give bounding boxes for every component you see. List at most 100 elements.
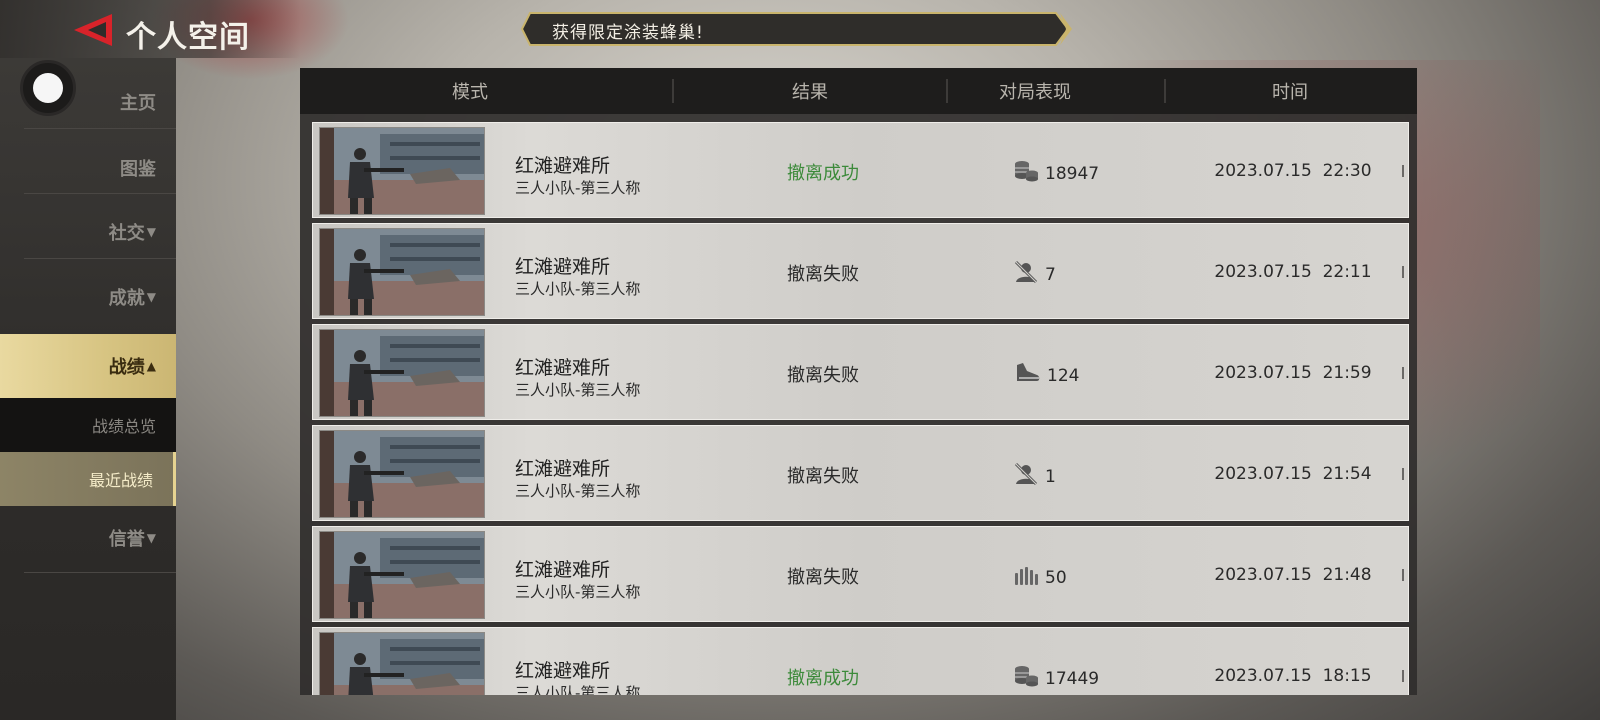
performance: 18947: [1013, 159, 1099, 188]
sidebar-item-label: 图鉴: [120, 159, 156, 180]
match-time: 2023.07.15 21:59: [1214, 363, 1372, 383]
coins-icon: [1013, 159, 1045, 188]
mode-name: 三人小队-第三人称: [515, 280, 641, 298]
performance-value: 18947: [1045, 163, 1100, 184]
performance-value: 7: [1045, 264, 1056, 285]
mode-name: 三人小队-第三人称: [515, 583, 641, 601]
column-header-performance: 对局表现: [999, 82, 1071, 103]
mode-name: 三人小队-第三人称: [515, 684, 641, 695]
row-marker: [1402, 569, 1404, 581]
sidebar-item-label: 战绩: [108, 357, 145, 378]
avatar[interactable]: [20, 60, 76, 116]
performance: 50: [1013, 563, 1067, 592]
performance-value: 124: [1047, 365, 1080, 386]
chevron-up-icon: ▲: [146, 359, 156, 373]
match-time: 2023.07.15 22:30: [1214, 161, 1372, 181]
column-header-mode: 模式: [452, 82, 488, 103]
back-button[interactable]: [72, 10, 118, 50]
row-marker: [1402, 670, 1404, 682]
result-label: 撤离失败: [787, 264, 859, 285]
performance: 7: [1013, 260, 1056, 289]
result-label: 撤离成功: [787, 163, 859, 184]
table-row[interactable]: 红滩避难所三人小队-第三人称 撤离成功 18947 2023.07.15 22:30: [312, 122, 1409, 218]
mode-name: 三人小队-第三人称: [515, 179, 641, 197]
match-time: 2023.07.15 21:48: [1214, 565, 1372, 585]
sidebar: 主页 图鉴 社交 ▼ 成就 ▼ 战绩 ▲ 战绩总览 最近战绩 信誉 ▼: [0, 58, 176, 720]
column-separator: [1164, 79, 1166, 103]
map-thumbnail: [319, 531, 485, 619]
subnav-recent-records[interactable]: 最近战绩: [0, 452, 176, 506]
page-title: 个人空间: [126, 20, 250, 55]
map-thumbnail: [319, 127, 485, 215]
map-thumbnail: [319, 228, 485, 316]
performance: 1: [1013, 462, 1056, 491]
sidebar-item-achievements[interactable]: 成就 ▼: [0, 265, 176, 329]
sidebar-item-label: 主页: [120, 93, 156, 114]
mode-name: 三人小队-第三人称: [515, 381, 641, 399]
sidebar-item-records[interactable]: 战绩 ▲: [0, 334, 176, 398]
map-thumbnail: [319, 430, 485, 518]
result-label: 撤离失败: [787, 365, 859, 386]
map-name: 红滩避难所: [515, 458, 611, 480]
performance: 17449: [1013, 664, 1099, 693]
sidebar-item-codex[interactable]: 图鉴: [0, 136, 176, 200]
match-time: 2023.07.15 21:54: [1214, 464, 1372, 484]
no-kill-icon: [1013, 260, 1045, 289]
row-marker: [1402, 165, 1404, 177]
records-panel: 模式 结果 对局表现 时间 红滩避难所 三人小队-第三人称 撤离成功 18947 202…: [300, 68, 1417, 695]
map-thumbnail: [319, 329, 485, 417]
divider: [24, 258, 176, 259]
map-name: 红滩避难所: [515, 155, 611, 177]
chevron-down-icon: ▼: [146, 531, 156, 545]
map-name: 红滩避难所: [515, 559, 611, 581]
chevron-down-icon: ▼: [146, 225, 156, 239]
divider: [24, 128, 176, 129]
performance: 124: [1013, 361, 1079, 390]
column-header-result: 结果: [792, 82, 828, 103]
column-separator: [672, 79, 674, 103]
no-kill-icon: [1013, 462, 1045, 491]
table-row[interactable]: 红滩避难所 三人小队-第三人称 撤离失败 50 2023.07.15 21:48: [312, 526, 1409, 622]
sidebar-item-label: 信誉: [108, 529, 145, 550]
row-marker: [1402, 266, 1404, 278]
divider: [24, 193, 176, 194]
title-bar: 个人空间: [0, 0, 300, 58]
performance-value: 1: [1045, 466, 1056, 487]
column-header-time: 时间: [1272, 82, 1308, 103]
table-row[interactable]: 红滩避难所三人小队-第三人称 撤离失败 7 2023.07.15 22:11: [312, 223, 1409, 319]
divider: [24, 572, 176, 573]
map-thumbnail: [319, 632, 485, 695]
notification-banner[interactable]: 获得限定涂装蜂巢!: [520, 12, 1078, 46]
map-name: 红滩避难所: [515, 660, 611, 682]
sidebar-item-social[interactable]: 社交 ▼: [0, 200, 176, 264]
chevron-down-icon: ▼: [146, 290, 156, 304]
table-row[interactable]: 红滩避难所三人小队-第三人称 撤离失败 1 2023.07.15 21:54: [312, 425, 1409, 521]
subnav-label: 战绩总览: [91, 417, 156, 436]
table-row[interactable]: 红滩避难所三人小队-第三人称 撤离成功 17449 2023.07.15 18:15: [312, 627, 1409, 695]
match-time: 2023.07.15 18:15: [1214, 666, 1372, 686]
coins-icon: [1013, 664, 1045, 693]
sidebar-item-label: 成就: [108, 288, 145, 309]
mode-name: 三人小队-第三人称: [515, 482, 641, 500]
map-name: 红滩避难所: [515, 256, 611, 278]
map-name: 红滩避难所: [515, 357, 611, 379]
ammo-icon: [1013, 563, 1045, 592]
avatar-image: [33, 73, 63, 103]
row-marker: [1402, 367, 1404, 379]
performance-value: 17449: [1045, 668, 1100, 689]
result-label: 撤离失败: [787, 466, 859, 487]
boot-icon: [1013, 361, 1047, 390]
sidebar-item-reputation[interactable]: 信誉 ▼: [0, 506, 176, 570]
column-separator: [946, 79, 948, 103]
sidebar-item-label: 社交: [108, 223, 145, 244]
banner-text: 获得限定涂装蜂巢!: [552, 23, 704, 43]
performance-value: 50: [1045, 567, 1067, 588]
subnav-records-overview[interactable]: 战绩总览: [0, 398, 176, 452]
table-header: 模式 结果 对局表现 时间: [300, 68, 1417, 114]
subnav-label: 最近战绩: [88, 471, 153, 490]
back-arrow-icon: [74, 14, 112, 46]
table-row[interactable]: 红滩避难所三人小队-第三人称 撤离失败 124 2023.07.15 21:59: [312, 324, 1409, 420]
row-marker: [1402, 468, 1404, 480]
match-time: 2023.07.15 22:11: [1214, 262, 1372, 282]
result-label: 撤离成功: [787, 668, 859, 689]
